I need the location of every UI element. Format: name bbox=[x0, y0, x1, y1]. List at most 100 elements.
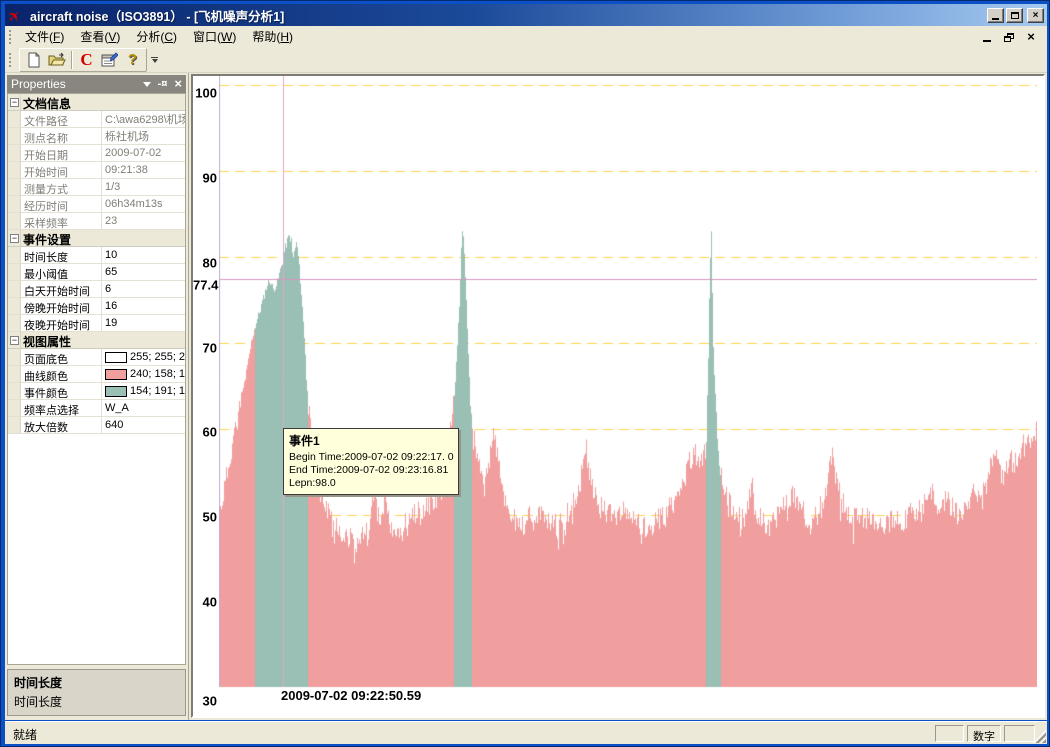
new-document-button[interactable] bbox=[22, 49, 45, 70]
property-value-text: 6 bbox=[105, 283, 111, 295]
property-value[interactable]: 06h34m13s bbox=[102, 196, 185, 212]
analysis-button[interactable]: C bbox=[75, 49, 98, 70]
property-row[interactable]: 事件颜色154; 191; 180 bbox=[8, 383, 185, 400]
property-row[interactable]: 曲线颜色240; 158; 158 bbox=[8, 366, 185, 383]
mdi-restore-button[interactable] bbox=[1003, 31, 1015, 42]
property-row[interactable]: 夜晚开始时间19 bbox=[8, 315, 185, 332]
property-row[interactable]: 文件路径C:\awa6298\机场 bbox=[8, 111, 185, 128]
maximize-button[interactable] bbox=[1006, 8, 1023, 23]
close-button[interactable]: × bbox=[1027, 8, 1044, 23]
property-value[interactable]: 640 bbox=[102, 417, 185, 433]
menu-item-f[interactable]: 文件(F) bbox=[17, 26, 72, 47]
collapse-icon[interactable]: − bbox=[10, 336, 19, 345]
property-row[interactable]: 测点名称栎社机场 bbox=[8, 128, 185, 145]
y-tick-60: 60 bbox=[193, 425, 217, 440]
property-section-header[interactable]: −事件设置 bbox=[8, 230, 185, 247]
property-section-header[interactable]: −视图属性 bbox=[8, 332, 185, 349]
property-label: 页面底色 bbox=[21, 349, 102, 365]
property-row[interactable]: 放大倍数640 bbox=[8, 417, 185, 434]
property-row[interactable]: 白天开始时间6 bbox=[8, 281, 185, 298]
section-gutter: − bbox=[8, 94, 21, 110]
mdi-minimize-button[interactable] bbox=[981, 31, 993, 42]
property-value[interactable]: 23 bbox=[102, 213, 185, 229]
menu-item-c[interactable]: 分析(C) bbox=[128, 26, 185, 47]
panel-menu-caret-icon[interactable] bbox=[143, 82, 151, 87]
property-value[interactable]: 1/3 bbox=[102, 179, 185, 195]
title-bar[interactable]: ✈ aircraft noise（ISO3891） - [飞机噪声分析1] × bbox=[5, 4, 1047, 26]
window-title: aircraft noise（ISO3891） - [飞机噪声分析1] bbox=[30, 6, 987, 25]
property-value-text: 19 bbox=[105, 317, 117, 329]
resize-grip[interactable] bbox=[1033, 730, 1046, 743]
minimize-icon bbox=[992, 18, 999, 20]
menu-bar: 文件(F)查看(V)分析(C)窗口(W)帮助(H) × bbox=[5, 26, 1047, 47]
property-value[interactable]: 10 bbox=[102, 247, 185, 263]
property-value-text: 栎社机场 bbox=[105, 128, 149, 144]
property-row[interactable]: 开始日期2009-07-02 bbox=[8, 145, 185, 162]
property-value-text: 1/3 bbox=[105, 181, 120, 193]
property-value[interactable]: 255; 255; 255 bbox=[102, 349, 185, 365]
property-row[interactable]: 经历时间06h34m13s bbox=[8, 196, 185, 213]
property-value-text: 09:21:38 bbox=[105, 164, 148, 176]
window-controls: × bbox=[987, 8, 1044, 23]
mdi-close-button[interactable]: × bbox=[1025, 31, 1037, 42]
noise-level-chart[interactable] bbox=[219, 76, 1037, 716]
chart-plot-area[interactable]: 100908077.47060504030 2009-07-02 09:22:5… bbox=[193, 76, 1043, 716]
help-button[interactable]: ? bbox=[121, 49, 144, 70]
property-value-text: 154; 191; 180 bbox=[130, 385, 185, 397]
y-tick-100: 100 bbox=[193, 86, 217, 101]
property-value[interactable]: 154; 191; 180 bbox=[102, 383, 185, 399]
properties-button[interactable] bbox=[98, 49, 121, 70]
panel-close-icon[interactable]: × bbox=[174, 78, 182, 90]
menu-item-h[interactable]: 帮助(H) bbox=[244, 26, 301, 47]
property-row[interactable]: 测量方式1/3 bbox=[8, 179, 185, 196]
property-section-header[interactable]: −文档信息 bbox=[8, 94, 185, 111]
collapse-icon[interactable]: − bbox=[10, 234, 19, 243]
minimize-button[interactable] bbox=[987, 8, 1004, 23]
property-value[interactable]: C:\awa6298\机场 bbox=[102, 111, 185, 127]
menu-item-w[interactable]: 窗口(W) bbox=[185, 26, 244, 47]
menubar-grip[interactable] bbox=[8, 30, 13, 44]
row-gutter bbox=[8, 281, 21, 297]
mdi-restore-icon bbox=[1004, 33, 1014, 42]
property-value[interactable]: 09:21:38 bbox=[102, 162, 185, 178]
property-value[interactable]: 16 bbox=[102, 298, 185, 314]
property-value[interactable]: 6 bbox=[102, 281, 185, 297]
property-value-text: 23 bbox=[105, 215, 117, 227]
mdi-minimize-icon bbox=[983, 40, 991, 42]
property-description-text: 时间长度 bbox=[14, 693, 179, 710]
x-axis-cursor-time-label: 2009-07-02 09:22:50.59 bbox=[281, 688, 421, 703]
property-value[interactable]: 19 bbox=[102, 315, 185, 331]
open-file-button[interactable] bbox=[45, 49, 68, 70]
property-value[interactable]: 240; 158; 158 bbox=[102, 366, 185, 382]
property-label: 开始时间 bbox=[21, 162, 102, 178]
status-num-indicator: 数字 bbox=[967, 725, 1001, 742]
toolbar-grip[interactable] bbox=[8, 53, 13, 67]
toolbar-overflow-button[interactable] bbox=[148, 48, 161, 72]
property-row[interactable]: 最小阈值65 bbox=[8, 264, 185, 281]
property-value[interactable]: W_A bbox=[102, 400, 185, 416]
property-row[interactable]: 页面底色255; 255; 255 bbox=[8, 349, 185, 366]
menu-item-v[interactable]: 查看(V) bbox=[72, 26, 128, 47]
property-row[interactable]: 开始时间09:21:38 bbox=[8, 162, 185, 179]
chevron-down-icon bbox=[152, 59, 158, 63]
property-row[interactable]: 采样频率23 bbox=[8, 213, 185, 230]
property-value[interactable]: 65 bbox=[102, 264, 185, 280]
pin-icon[interactable]: -¤ bbox=[158, 78, 168, 90]
property-value[interactable]: 2009-07-02 bbox=[102, 145, 185, 161]
color-swatch[interactable] bbox=[105, 369, 127, 380]
property-value[interactable]: 栎社机场 bbox=[102, 128, 185, 144]
application-window: ✈ aircraft noise（ISO3891） - [飞机噪声分析1] × … bbox=[0, 0, 1050, 747]
y-tick-70: 70 bbox=[193, 340, 217, 355]
property-row[interactable]: 时间长度10 bbox=[8, 247, 185, 264]
property-row[interactable]: 频率点选择W_A bbox=[8, 400, 185, 417]
property-row[interactable]: 傍晚开始时间16 bbox=[8, 298, 185, 315]
properties-panel-header[interactable]: Properties -¤ × bbox=[7, 75, 186, 93]
menu-items: 文件(F)查看(V)分析(C)窗口(W)帮助(H) bbox=[17, 26, 301, 47]
color-swatch[interactable] bbox=[105, 352, 127, 363]
color-swatch[interactable] bbox=[105, 386, 127, 397]
property-label: 夜晚开始时间 bbox=[21, 315, 102, 331]
collapse-icon[interactable]: − bbox=[10, 98, 19, 107]
row-gutter bbox=[8, 366, 21, 382]
section-gutter: − bbox=[8, 332, 21, 348]
event-begin-time: Begin Time:2009-07-02 09:22:17. 0 bbox=[289, 451, 453, 464]
